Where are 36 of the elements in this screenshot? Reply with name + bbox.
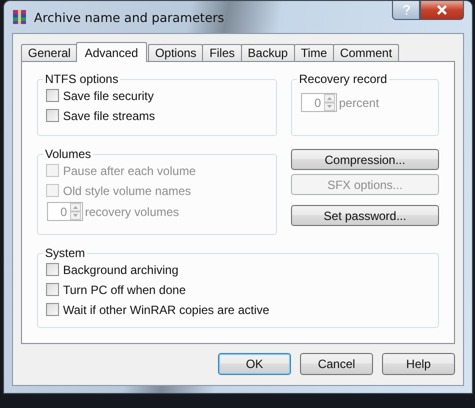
- window-title: Archive name and parameters: [34, 10, 226, 24]
- checkbox-label: Turn PC off when done: [63, 282, 186, 296]
- unit-label: percent: [339, 96, 380, 110]
- books-icon: [12, 9, 28, 25]
- tab[interactable]: Advanced: [76, 42, 148, 62]
- checkbox-label: Wait if other WinRAR copies are active: [63, 302, 270, 316]
- dialog-button[interactable]: Cancel: [300, 352, 373, 374]
- checkbox[interactable]: [46, 283, 59, 296]
- checkbox-label: Pause after each volume: [63, 164, 196, 178]
- tab[interactable]: Comment: [333, 44, 400, 61]
- unit-label: recovery volumes: [85, 204, 180, 218]
- dialog-button[interactable]: OK: [218, 352, 291, 374]
- checkbox-label: Save file security: [63, 88, 154, 102]
- checkbox[interactable]: [46, 303, 59, 316]
- group-title: NTFS options: [44, 72, 120, 86]
- tab[interactable]: Files: [202, 44, 242, 61]
- group-title: Volumes: [44, 147, 92, 161]
- dialog-button[interactable]: Set password...: [291, 205, 439, 226]
- checkbox[interactable]: [46, 109, 59, 122]
- checkbox[interactable]: [46, 89, 59, 102]
- checkbox[interactable]: [46, 263, 59, 276]
- tab[interactable]: Backup: [240, 44, 295, 61]
- close-button[interactable]: [420, 1, 464, 20]
- group-title: Recovery record: [298, 72, 388, 86]
- dialog-button[interactable]: Help: [382, 352, 455, 374]
- help-button[interactable]: [392, 1, 420, 20]
- close-icon: [436, 5, 448, 15]
- question-mark-icon: [402, 4, 410, 16]
- tab[interactable]: Options: [148, 44, 204, 61]
- tab[interactable]: General: [21, 44, 78, 61]
- checkbox-label: Background archiving: [63, 262, 178, 276]
- checkbox-label: Save file streams: [63, 108, 156, 122]
- checkbox-label: Old style volume names: [63, 184, 192, 198]
- dialog-button[interactable]: Compression...: [291, 149, 439, 170]
- group-title: System: [44, 246, 86, 260]
- tab[interactable]: Time: [294, 44, 334, 61]
